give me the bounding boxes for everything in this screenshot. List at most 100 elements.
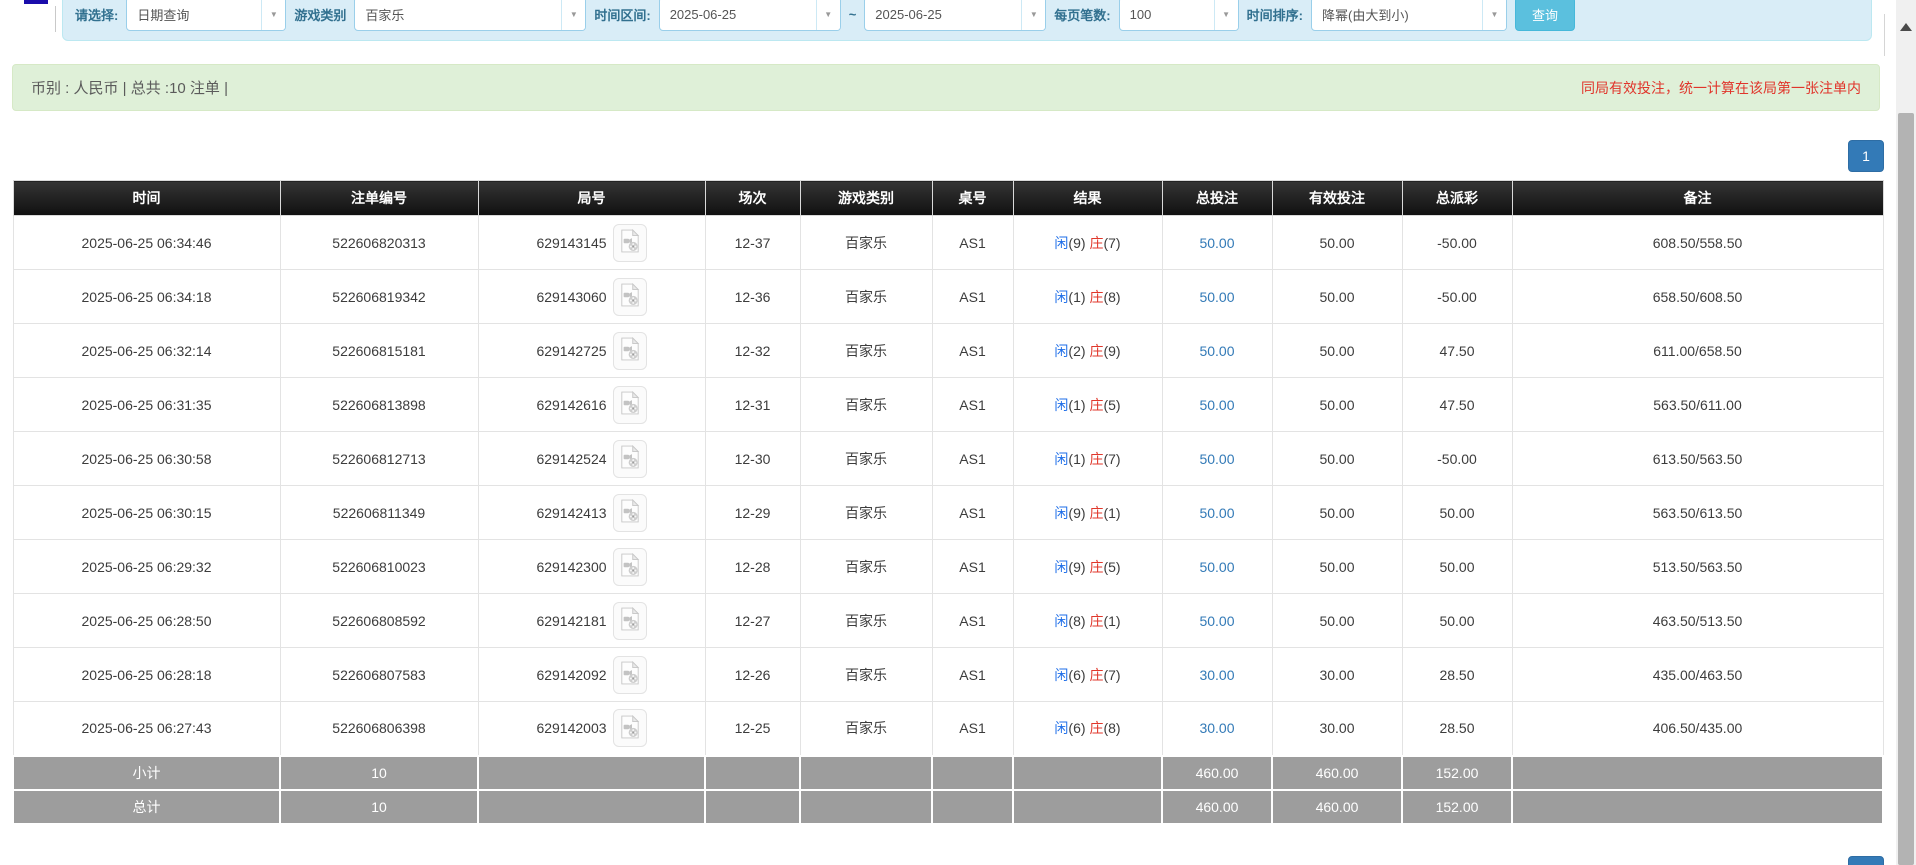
player-result-label: 闲 [1054,613,1068,629]
total-bet-link[interactable]: 30.00 [1199,720,1234,736]
player-result-label: 闲 [1054,505,1068,521]
col-header-time: 时间 [13,181,280,216]
bet-time: 2025-06-25 06:32:14 [13,324,280,378]
video-replay-button[interactable] [613,548,647,586]
video-replay-button[interactable] [613,332,647,370]
session-no: 12-29 [705,486,800,540]
scrollbar-thumb[interactable] [1898,113,1914,865]
col-header-game: 游戏类别 [800,181,932,216]
col-header-session: 场次 [705,181,800,216]
truncated-link[interactable] [24,0,48,4]
subtotal-payout: 152.00 [1402,756,1512,790]
banker-result-label: 庄 [1089,343,1103,359]
total-bet-cell: 50.00 [1162,594,1272,648]
scroll-up-button[interactable] [1899,20,1913,34]
video-replay-button[interactable] [613,709,647,747]
total-bet-link[interactable]: 50.00 [1199,235,1234,251]
session-no: 12-37 [705,216,800,270]
total-payout: 152.00 [1402,790,1512,824]
page-button-1-bottom[interactable]: 1 [1848,856,1884,865]
result-cell: 闲(2) 庄(9) [1013,324,1162,378]
banker-score: (8) [1103,720,1120,736]
video-replay-button[interactable] [613,386,647,424]
date-to-value: 2025-06-25 [865,7,1021,22]
round-id: 629142725 [536,343,606,359]
session-no: 12-27 [705,594,800,648]
table-no: AS1 [932,648,1013,702]
game-category-select[interactable]: 百家乐 ▼ [354,0,586,31]
game-category: 百家乐 [800,378,932,432]
round-id: 629143060 [536,289,606,305]
page-button-1-top[interactable]: 1 [1848,140,1884,172]
time-sort-select[interactable]: 降幂(由大到小) ▼ [1311,0,1507,31]
banker-score: (5) [1103,397,1120,413]
bet-record-row: 2025-06-25 06:30:15522606811349629142413… [13,486,1883,540]
round-id-cell: 629142300 [478,540,705,594]
total-bet-link[interactable]: 50.00 [1199,505,1234,521]
video-replay-button[interactable] [613,278,647,316]
total-bet-link[interactable]: 50.00 [1199,613,1234,629]
bet-time: 2025-06-25 06:29:32 [13,540,280,594]
total-payout: -50.00 [1402,270,1512,324]
bet-id: 522606810023 [280,540,478,594]
total-payout: 50.00 [1402,540,1512,594]
subtotal-empty-cell [478,756,705,790]
game-category: 百家乐 [800,486,932,540]
player-score: (1) [1068,451,1085,467]
session-no: 12-36 [705,270,800,324]
video-replay-button[interactable] [613,602,647,640]
video-replay-button[interactable] [613,494,647,532]
round-id: 629142181 [536,613,606,629]
date-from-value: 2025-06-25 [660,7,816,22]
player-result-label: 闲 [1054,667,1068,683]
video-replay-button[interactable] [613,656,647,694]
total-bet-link[interactable]: 50.00 [1199,559,1234,575]
valid-bet: 50.00 [1272,378,1402,432]
round-id: 629142524 [536,451,606,467]
total-bet-link[interactable]: 50.00 [1199,451,1234,467]
round-id: 629143145 [536,235,606,251]
bet-record-row: 2025-06-25 06:34:46522606820313629143145… [13,216,1883,270]
banker-result-label: 庄 [1089,451,1103,467]
video-replay-button[interactable] [613,224,647,262]
page-size-select[interactable]: 100 ▼ [1119,0,1239,31]
bet-record-row: 2025-06-25 06:29:32522606810023629142300… [13,540,1883,594]
remark: 658.50/608.50 [1512,270,1883,324]
bet-record-row: 2025-06-25 06:30:58522606812713629142524… [13,432,1883,486]
table-footer: 小计 10 460.00 460.00 152.00 总计 10 [13,756,1883,824]
result-cell: 闲(6) 庄(7) [1013,648,1162,702]
valid-bet: 50.00 [1272,324,1402,378]
date-mode-select[interactable]: 日期查询 ▼ [126,0,286,31]
page-size-label: 每页笔数: [1054,5,1110,24]
scrollbar[interactable] [1896,0,1916,865]
bet-id: 522606813898 [280,378,478,432]
total-bet-link[interactable]: 50.00 [1199,397,1234,413]
date-from-select[interactable]: 2025-06-25 ▼ [659,0,841,31]
valid-bet: 30.00 [1272,702,1402,756]
bet-id: 522606815181 [280,324,478,378]
total-bet-link[interactable]: 30.00 [1199,667,1234,683]
remark: 608.50/558.50 [1512,216,1883,270]
total-bet-link[interactable]: 50.00 [1199,289,1234,305]
valid-bet: 50.00 [1272,486,1402,540]
total-bet-link[interactable]: 50.00 [1199,343,1234,359]
query-button[interactable]: 查询 [1515,0,1575,31]
total-payout: 28.50 [1402,702,1512,756]
session-no: 12-30 [705,432,800,486]
chevron-down-icon: ▼ [561,0,585,30]
date-to-select[interactable]: 2025-06-25 ▼ [864,0,1046,31]
video-record-icon [620,661,640,688]
valid-bet: 50.00 [1272,270,1402,324]
bet-time: 2025-06-25 06:28:50 [13,594,280,648]
banker-score: (5) [1103,559,1120,575]
time-sort-label: 时间排序: [1247,5,1303,24]
round-id-cell: 629142003 [478,702,705,756]
col-header-table-no: 桌号 [932,181,1013,216]
banker-result-label: 庄 [1089,559,1103,575]
round-id: 629142092 [536,667,606,683]
total-payout: -50.00 [1402,432,1512,486]
game-category: 百家乐 [800,648,932,702]
video-replay-button[interactable] [613,440,647,478]
valid-bet: 50.00 [1272,432,1402,486]
bet-id: 522606819342 [280,270,478,324]
